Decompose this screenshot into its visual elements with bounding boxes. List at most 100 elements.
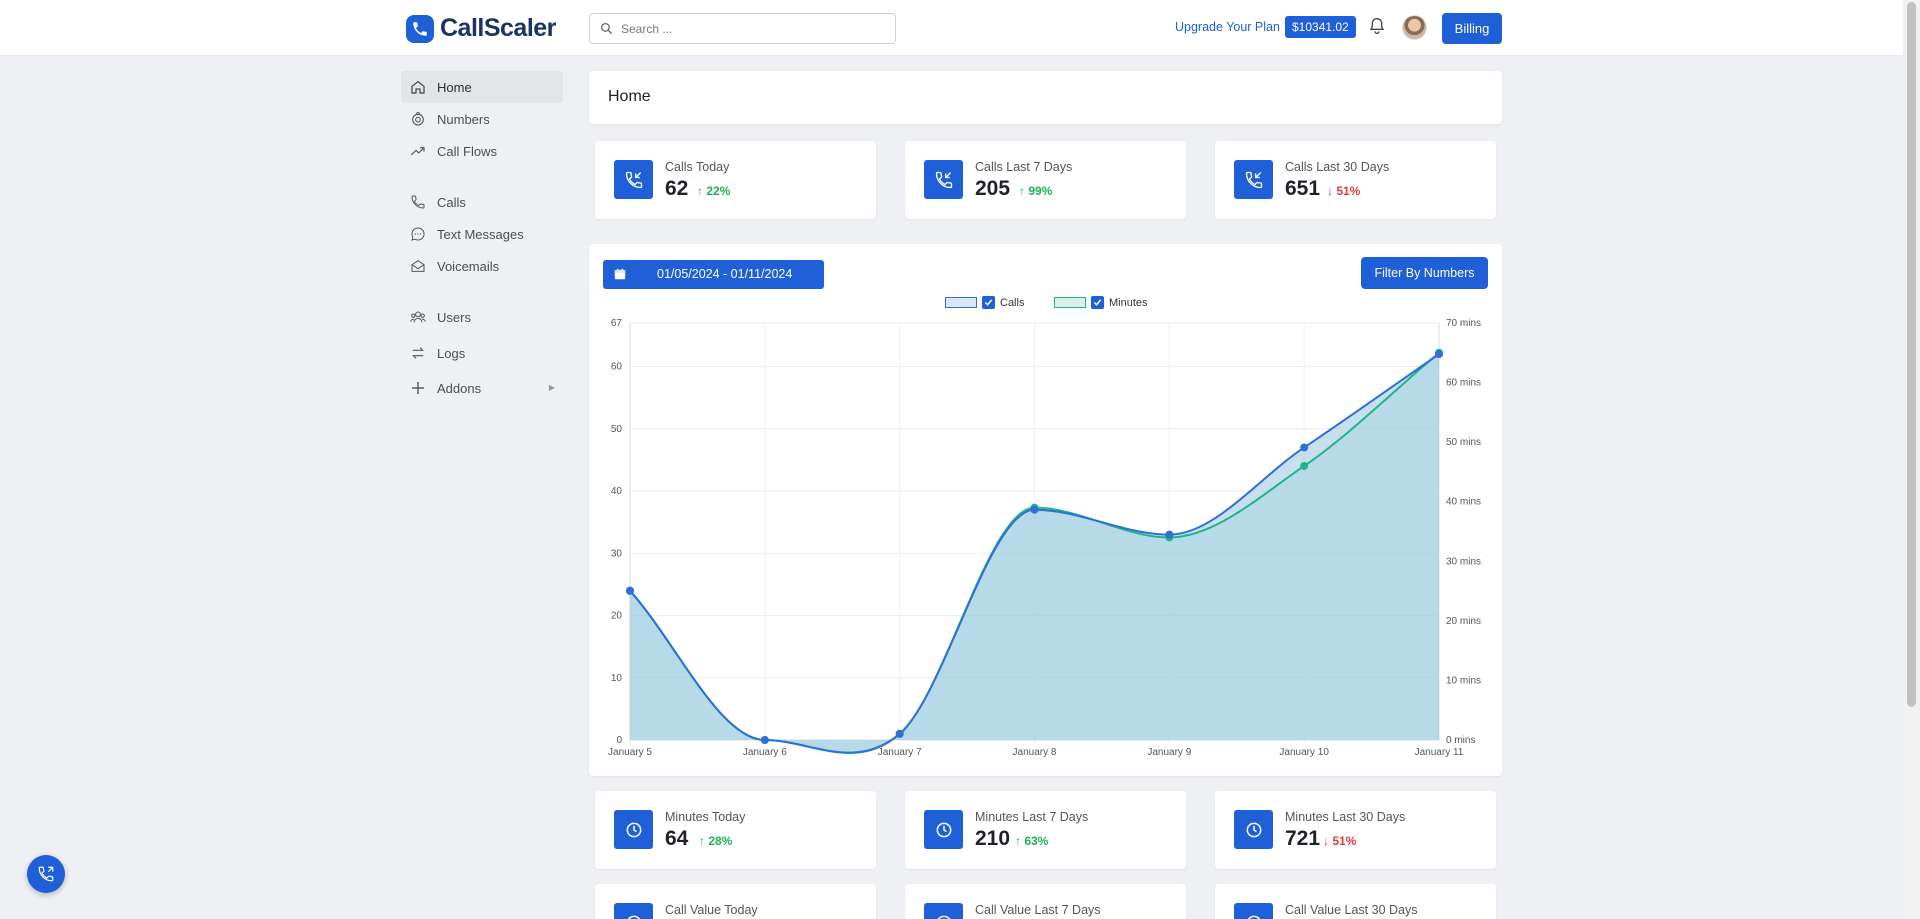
balance-badge[interactable]: $10341.02 [1285, 16, 1356, 38]
stat-value: 62 [665, 177, 689, 200]
y-right-tick-label: 50 mins [1446, 437, 1481, 448]
y-left-tick-label: 60 [611, 362, 623, 373]
data-point-calls [626, 586, 634, 595]
swap-icon [409, 344, 427, 362]
numbers-icon [409, 110, 427, 128]
logo[interactable]: CallScaler [406, 14, 556, 43]
sidebar-item-calls[interactable]: Calls [401, 186, 563, 218]
stat-card-minutes-today: Minutes Today 64 ↑ 28% [595, 791, 876, 869]
dialer-fab[interactable] [27, 855, 65, 893]
y-right-tick-label: 0 mins [1446, 735, 1475, 746]
stat-card-calls-7-days: Calls Last 7 Days 205 ↑ 99% [905, 141, 1186, 219]
sidebar-item-label: Home [437, 79, 472, 95]
incoming-call-icon [614, 160, 653, 199]
search-input[interactable] [621, 21, 881, 36]
data-point-calls [895, 729, 904, 738]
y-right-tick-label: 20 mins [1446, 616, 1481, 627]
sidebar-item-call-flows[interactable]: Call Flows [401, 135, 563, 167]
data-point-calls [1300, 443, 1309, 452]
avatar[interactable] [1402, 15, 1427, 40]
sidebar-item-logs[interactable]: Logs [401, 337, 563, 369]
users-icon [409, 308, 427, 326]
x-tick-label: January 10 [1279, 747, 1329, 758]
stat-value: 721 [1285, 827, 1321, 850]
logo-phone-icon [406, 14, 434, 43]
clock-icon [614, 810, 653, 849]
sidebar-item-label: Text Messages [437, 226, 524, 242]
stat-label: Calls Today [665, 160, 730, 174]
search-box[interactable] [589, 13, 896, 44]
stat-change: ↓ 51% [1323, 834, 1357, 848]
sidebar-item-voicemails[interactable]: Voicemails [401, 250, 563, 282]
data-point-minutes [1300, 461, 1309, 470]
stat-label: Call Value Last 30 Days [1285, 903, 1418, 917]
stat-label: Calls Last 7 Days [975, 160, 1073, 174]
upgrade-plan-link[interactable]: Upgrade Your Plan [1175, 20, 1280, 34]
incoming-call-icon [1234, 160, 1273, 199]
trend-icon [409, 142, 427, 160]
sidebar-item-numbers[interactable]: Numbers [401, 103, 563, 135]
sidebar-item-users[interactable]: Users [401, 301, 563, 333]
x-tick-label: January 11 [1415, 747, 1464, 758]
chat-icon [409, 225, 427, 243]
scrollbar-thumb[interactable] [1907, 2, 1916, 707]
data-point-calls [760, 736, 769, 744]
y-right-tick-label: 10 mins [1446, 675, 1481, 686]
stat-label: Call Value Today [665, 903, 758, 917]
sidebar-item-label: Call Flows [437, 143, 497, 159]
stat-value: 210 [975, 827, 1011, 850]
clock-icon [1234, 810, 1273, 849]
y-left-tick-label: 20 [611, 611, 623, 622]
line-chart: 0 10 20 30 40 50 60 67 0 mins 10 mins 20 mins 30 mi… [608, 318, 1481, 758]
stat-card-call-value-30-days: Call Value Last 30 Days [1215, 884, 1496, 919]
page-title: Home [608, 88, 651, 105]
x-tick-label: January 8 [1013, 747, 1057, 758]
y-left-tick-label: 50 [611, 424, 623, 435]
mail-icon [409, 257, 427, 275]
stat-label: Call Value Last 7 Days [975, 903, 1101, 917]
stat-card-minutes-30-days: Minutes Last 30 Days 721 ↓ 51% [1215, 791, 1496, 869]
y-right-tick-label: 40 mins [1446, 497, 1481, 508]
bell-icon[interactable] [1369, 17, 1385, 40]
sidebar-item-label: Logs [437, 345, 466, 361]
y-right-tick-label: 60 mins [1446, 378, 1481, 389]
page-scrollbar[interactable] [1903, 0, 1920, 919]
data-point-calls [1165, 530, 1174, 539]
x-tick-label: January 6 [743, 747, 787, 758]
stat-card-calls-30-days: Calls Last 30 Days 651 ↓ 51% [1215, 141, 1496, 219]
data-point-calls [1435, 350, 1443, 359]
stat-label: Minutes Today [665, 810, 746, 824]
sidebar-item-label: Numbers [437, 111, 490, 127]
chart-card: 01/05/2024 - 01/11/2024 Filter By Number… [589, 244, 1502, 776]
sidebar-item-label: Addons [437, 380, 482, 396]
sidebar-item-label: Voicemails [437, 258, 500, 274]
y-left-tick-label: 67 [611, 318, 623, 329]
stat-value: 205 [975, 177, 1011, 200]
sidebar-item-addons[interactable]: Addons ▶ [401, 372, 563, 404]
chevron-right-icon: ▶ [548, 383, 555, 392]
sidebar-item-label: Calls [437, 194, 466, 210]
sidebar-item-text-messages[interactable]: Text Messages [401, 218, 563, 250]
page-title-card: Home [589, 71, 1502, 124]
sidebar-item-label: Users [437, 309, 471, 325]
stat-card-call-value-today: Call Value Today [595, 884, 876, 919]
dollar-icon [614, 903, 653, 919]
y-right-tick-label: 70 mins [1446, 318, 1481, 329]
phone-icon [38, 866, 54, 882]
top-bar: CallScaler Upgrade Your Plan $10341.02 B… [0, 0, 1903, 56]
dollar-icon [1234, 903, 1273, 919]
phone-icon [409, 193, 427, 211]
stat-value: 651 [1285, 177, 1321, 200]
stat-value: 64 [665, 827, 689, 850]
sidebar-item-home[interactable]: Home [401, 71, 563, 103]
billing-button[interactable]: Billing [1442, 13, 1502, 44]
stat-label: Minutes Last 30 Days [1285, 810, 1406, 824]
x-tick-label: January 7 [878, 747, 922, 758]
plus-icon [409, 379, 427, 397]
brand-name: CallScaler [440, 14, 556, 42]
y-left-tick-label: 40 [611, 486, 623, 497]
data-point-calls [1030, 505, 1039, 514]
y-right-tick-label: 30 mins [1446, 556, 1481, 567]
stat-change: ↑ 22% [697, 184, 731, 198]
incoming-call-icon [924, 160, 963, 199]
